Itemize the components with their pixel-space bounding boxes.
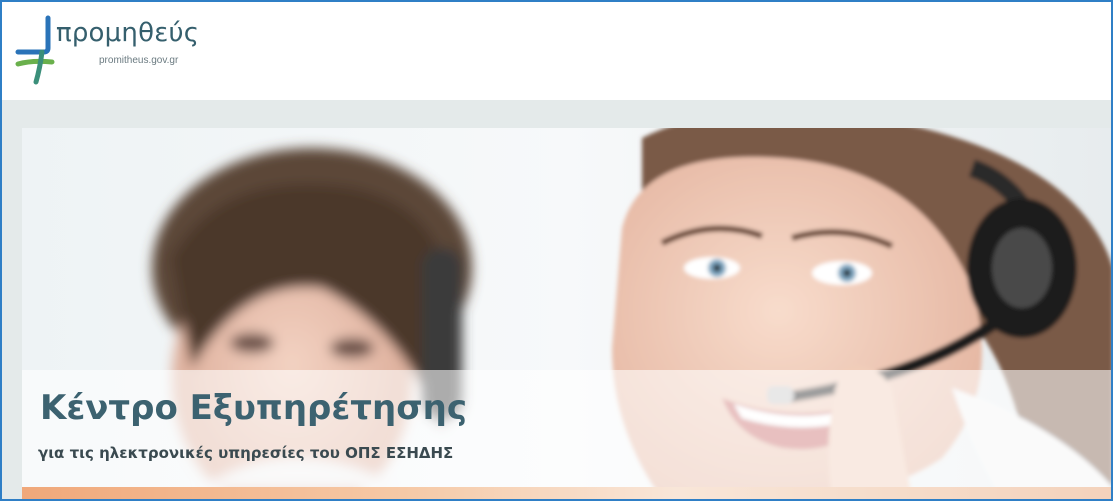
banner-caption: Κέντρο Εξυπηρέτησης για τις ηλεκτρονικές… — [22, 370, 1111, 487]
site-header: προμηθεύς promitheus.gov.gr — [2, 2, 1111, 100]
logo-domain: promitheus.gov.gr — [99, 55, 179, 66]
banner-title: Κέντρο Εξυπηρέτησης — [40, 388, 468, 428]
banner-bottom-strip — [22, 487, 1111, 499]
logo-name: προμηθεύς — [56, 18, 200, 48]
banner-subtitle: για τις ηλεκτρονικές υπηρεσίες του ΟΠΣ Ε… — [38, 444, 454, 462]
hero-banner: Κέντρο Εξυπηρέτησης για τις ηλεκτρονικές… — [22, 128, 1111, 499]
site-logo[interactable]: προμηθεύς promitheus.gov.gr — [12, 12, 232, 92]
browser-frame: προμηθεύς promitheus.gov.gr Κέντρο Εξυπη… — [0, 0, 1113, 501]
